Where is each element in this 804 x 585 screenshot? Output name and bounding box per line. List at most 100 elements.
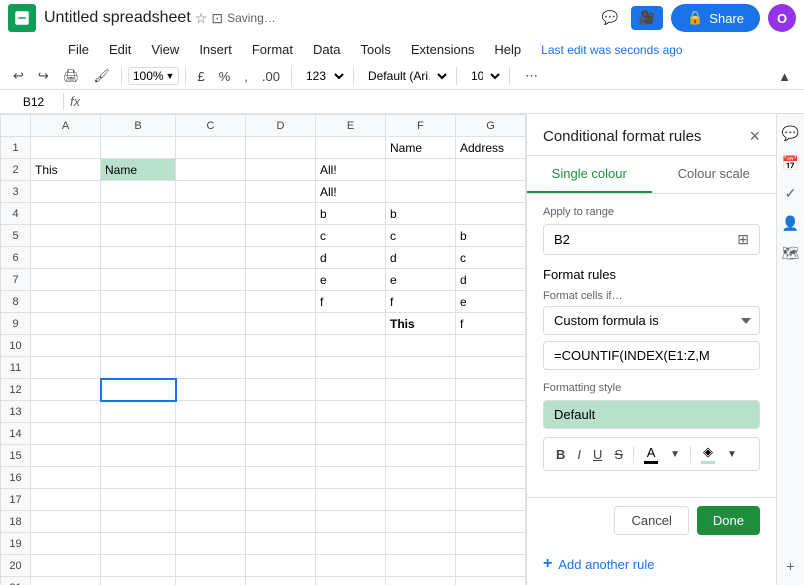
undo-button[interactable]: ↩ bbox=[8, 65, 29, 87]
row-header-19[interactable]: 19 bbox=[1, 533, 31, 555]
table-cell[interactable] bbox=[176, 577, 246, 585]
table-cell[interactable] bbox=[101, 445, 176, 467]
table-cell[interactable] bbox=[246, 357, 316, 379]
table-cell[interactable]: d bbox=[316, 247, 386, 269]
table-cell[interactable] bbox=[316, 467, 386, 489]
table-cell[interactable] bbox=[31, 511, 101, 533]
table-cell[interactable] bbox=[176, 159, 246, 181]
table-cell[interactable] bbox=[316, 445, 386, 467]
table-cell[interactable]: All! bbox=[316, 181, 386, 203]
print-button[interactable]: 🖨 bbox=[58, 65, 85, 87]
table-cell[interactable] bbox=[316, 357, 386, 379]
comments-button[interactable]: 💬 bbox=[598, 6, 623, 30]
table-cell[interactable] bbox=[176, 423, 246, 445]
table-cell[interactable] bbox=[101, 467, 176, 489]
table-cell[interactable] bbox=[316, 379, 386, 401]
zoom-control[interactable]: 100% ▼ bbox=[128, 67, 180, 85]
range-value[interactable]: B2 bbox=[554, 232, 737, 247]
table-cell[interactable] bbox=[31, 423, 101, 445]
strikethrough-button[interactable]: S bbox=[610, 445, 627, 464]
menu-insert[interactable]: Insert bbox=[191, 38, 240, 61]
table-cell[interactable] bbox=[386, 357, 456, 379]
table-cell[interactable] bbox=[456, 159, 526, 181]
side-chat-icon[interactable]: 💬 bbox=[780, 122, 802, 144]
menu-help[interactable]: Help bbox=[486, 38, 529, 61]
table-cell[interactable] bbox=[246, 313, 316, 335]
table-cell[interactable] bbox=[101, 247, 176, 269]
fill-color-dropdown[interactable]: ▼ bbox=[723, 447, 741, 462]
text-color-dropdown[interactable]: ▼ bbox=[666, 447, 684, 462]
side-add-icon[interactable]: + bbox=[780, 555, 802, 577]
row-header-7[interactable]: 7 bbox=[1, 269, 31, 291]
row-header-18[interactable]: 18 bbox=[1, 511, 31, 533]
table-cell[interactable] bbox=[246, 269, 316, 291]
star-icon[interactable]: ☆ bbox=[195, 10, 208, 27]
table-cell[interactable] bbox=[246, 225, 316, 247]
collapse-toolbar-button[interactable]: ▲ bbox=[773, 66, 796, 87]
table-cell[interactable]: Address bbox=[456, 137, 526, 159]
table-cell[interactable] bbox=[176, 269, 246, 291]
add-rule-row[interactable]: + Add another rule bbox=[527, 547, 776, 585]
table-cell[interactable]: e bbox=[316, 269, 386, 291]
table-cell[interactable] bbox=[456, 555, 526, 577]
table-cell[interactable] bbox=[31, 269, 101, 291]
table-cell[interactable] bbox=[456, 467, 526, 489]
table-cell[interactable]: f bbox=[316, 291, 386, 313]
table-cell[interactable]: All! bbox=[316, 159, 386, 181]
row-header-15[interactable]: 15 bbox=[1, 445, 31, 467]
meet-button[interactable]: 🎥 bbox=[631, 6, 664, 30]
table-cell[interactable]: d bbox=[456, 269, 526, 291]
table-cell[interactable] bbox=[101, 335, 176, 357]
side-contacts-icon[interactable]: 👤 bbox=[780, 212, 802, 234]
row-header-6[interactable]: 6 bbox=[1, 247, 31, 269]
table-cell[interactable]: f bbox=[456, 313, 526, 335]
table-cell[interactable] bbox=[31, 533, 101, 555]
table-cell[interactable] bbox=[456, 533, 526, 555]
table-cell[interactable] bbox=[31, 247, 101, 269]
table-cell[interactable] bbox=[101, 489, 176, 511]
done-button[interactable]: Done bbox=[697, 506, 760, 535]
table-cell[interactable] bbox=[456, 489, 526, 511]
row-header-1[interactable]: 1 bbox=[1, 137, 31, 159]
table-cell[interactable] bbox=[456, 511, 526, 533]
col-header-B[interactable]: B bbox=[101, 115, 176, 137]
table-cell[interactable]: c bbox=[456, 247, 526, 269]
paint-format-button[interactable]: 🖌 bbox=[88, 65, 115, 87]
table-cell[interactable]: b bbox=[456, 225, 526, 247]
table-cell[interactable] bbox=[101, 313, 176, 335]
menu-view[interactable]: View bbox=[143, 38, 187, 61]
fill-color-button[interactable]: ◈ bbox=[697, 442, 719, 466]
table-cell[interactable] bbox=[176, 335, 246, 357]
table-cell[interactable] bbox=[316, 401, 386, 423]
tab-single-colour[interactable]: Single colour bbox=[527, 156, 652, 193]
row-header-10[interactable]: 10 bbox=[1, 335, 31, 357]
table-cell[interactable] bbox=[386, 489, 456, 511]
text-color-button[interactable]: A bbox=[640, 443, 662, 466]
table-cell[interactable] bbox=[316, 313, 386, 335]
format-condition-select[interactable]: Custom formula is bbox=[543, 306, 760, 335]
table-cell[interactable]: e bbox=[456, 291, 526, 313]
table-cell[interactable] bbox=[176, 291, 246, 313]
formula-input[interactable] bbox=[86, 92, 800, 111]
table-cell[interactable] bbox=[176, 511, 246, 533]
underline-button[interactable]: U bbox=[589, 445, 606, 464]
table-cell[interactable] bbox=[316, 137, 386, 159]
table-cell[interactable] bbox=[456, 379, 526, 401]
table-cell[interactable] bbox=[386, 511, 456, 533]
table-cell[interactable] bbox=[176, 379, 246, 401]
row-header-3[interactable]: 3 bbox=[1, 181, 31, 203]
table-cell[interactable] bbox=[456, 577, 526, 585]
drive-icon[interactable]: ⊡ bbox=[211, 10, 223, 27]
row-header-13[interactable]: 13 bbox=[1, 401, 31, 423]
table-cell[interactable] bbox=[31, 203, 101, 225]
table-cell[interactable] bbox=[386, 555, 456, 577]
table-cell[interactable] bbox=[386, 533, 456, 555]
table-cell[interactable] bbox=[316, 335, 386, 357]
table-cell[interactable] bbox=[316, 423, 386, 445]
table-cell[interactable] bbox=[31, 291, 101, 313]
table-cell[interactable]: Name bbox=[386, 137, 456, 159]
table-cell[interactable] bbox=[31, 555, 101, 577]
table-cell[interactable]: c bbox=[316, 225, 386, 247]
table-cell[interactable] bbox=[456, 335, 526, 357]
table-cell[interactable]: This bbox=[31, 159, 101, 181]
